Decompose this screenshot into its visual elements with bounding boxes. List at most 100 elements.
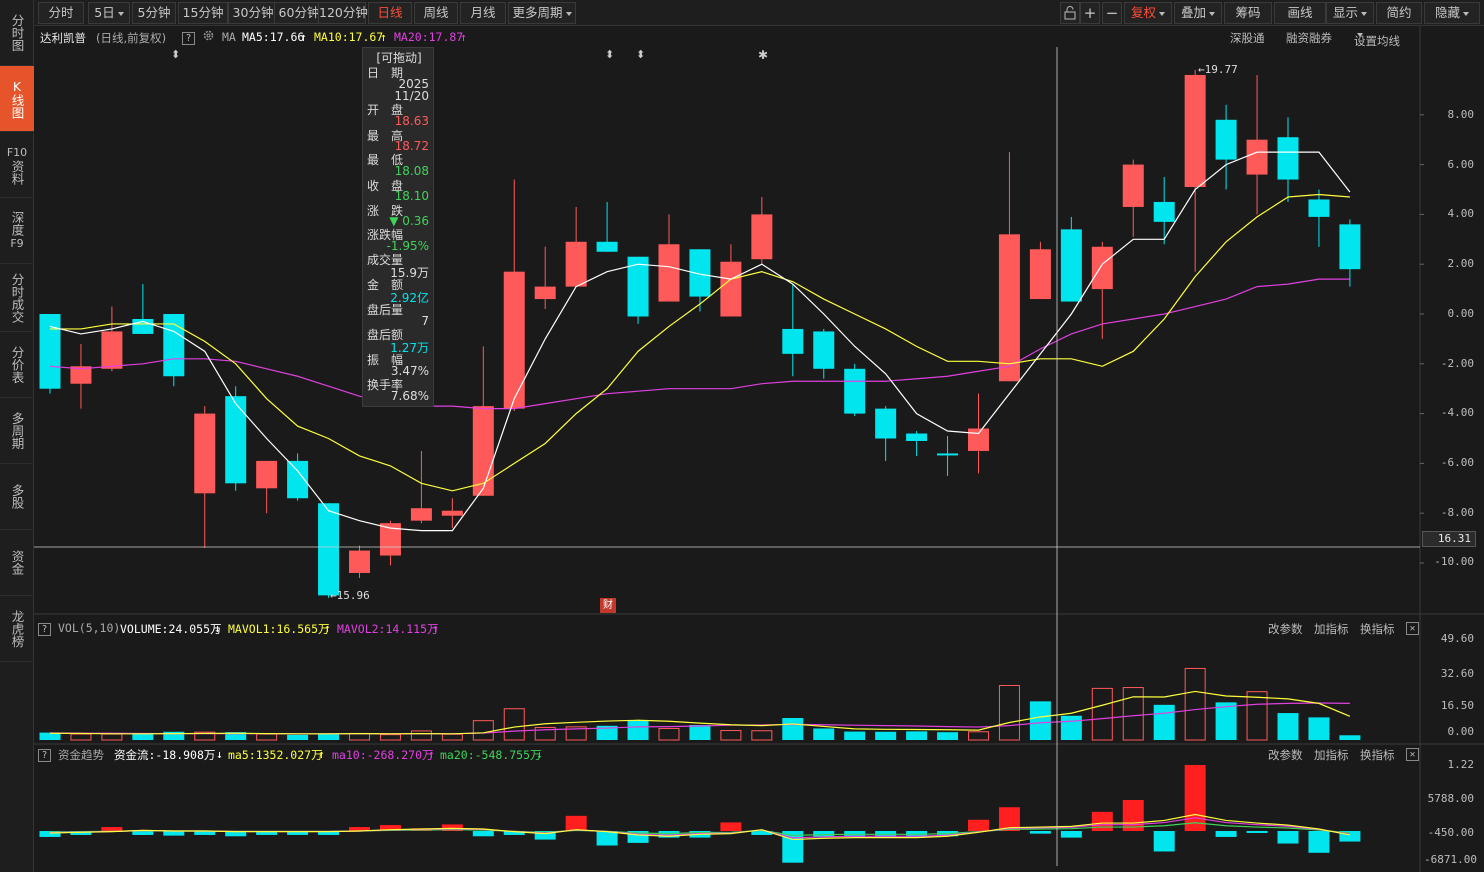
axis-tick-label: 6.00 [1447,158,1475,171]
volume-bar [503,708,525,741]
fund-flow-value: 资金流:-18.908万 [114,748,216,762]
sidebar-item-label: 多股 [9,484,25,509]
candle-body [1215,119,1237,160]
tab-5day[interactable]: 5日 [88,2,130,24]
adjust-button[interactable]: 复权 [1124,2,1172,24]
fund-flow-bar [1184,765,1206,831]
add-indicator-link[interactable]: 加指标 [1314,747,1349,763]
edit-params-link[interactable]: 改参数 [1268,747,1303,763]
candle-body [782,328,804,354]
tooltip-turnover: 7.68% [390,389,429,403]
volume-bar [1029,701,1051,740]
draw-line-button[interactable]: 画线 [1274,2,1326,24]
sidebar-item-kline[interactable]: K线图 [0,66,34,132]
event-marker-icon[interactable]: ⬍ [636,48,645,61]
sidebar-item-multi-period[interactable]: 多周期 [0,398,34,464]
edit-params-link[interactable]: 改参数 [1268,621,1303,637]
axis-tick-label: -2.00 [1440,357,1474,370]
candle-body [844,368,866,414]
fund-flow-bar [1246,831,1268,833]
tab-60min[interactable]: 60分钟 [274,2,324,24]
axis-tick-label: 0.00 [1447,307,1475,320]
tab-monthly[interactable]: 月线 [460,2,506,24]
sidebar-item-price-table[interactable]: 分价表 [0,332,34,398]
vol-indicator-name[interactable]: VOL(5,10) [58,621,120,635]
event-marker-icon[interactable]: ⬍ [605,48,614,61]
candle-body [1277,137,1299,180]
mavol1-value: MAVOL1:16.565万 [228,622,330,636]
candle-body [1339,224,1361,270]
volume-bar [844,731,866,740]
fund-flow-bar [132,831,154,835]
candle-body [1122,164,1144,207]
sidebar-item-multi-stock[interactable]: 多股 [0,464,34,530]
hide-button[interactable]: 隐藏 [1424,2,1480,24]
sidebar-item-dragon-tiger[interactable]: 龙虎榜 [0,596,34,662]
tab-30min[interactable]: 30分钟 [228,2,278,24]
volume-bars [39,667,1361,741]
axis-tick-label: 5788.00 [1427,792,1474,805]
fund-flow-bar [1277,831,1299,844]
sidebar-item-timeshare[interactable]: 分时图 [0,0,34,66]
fund-flow-bar [101,827,123,831]
sidebar-item-funds[interactable]: 资金 [0,530,34,596]
tab-label: 30分钟 [232,5,274,20]
tab-daily[interactable]: 日线 [368,2,412,24]
axis-tick-label: 8.00 [1447,108,1475,121]
sidebar-item-tick-trades[interactable]: 分时成交 [0,264,34,332]
tab-label: 日线 [377,5,403,20]
tooltip-label: 盘后量 [367,303,404,317]
zoom-in-button[interactable]: + [1080,2,1100,24]
fund-flow-bar [472,831,494,837]
tab-more-periods[interactable]: 更多周期 [508,2,576,24]
axis-tick-label: -6871.00 [1424,853,1477,866]
simple-button[interactable]: 简约 [1376,2,1422,24]
volume-bar [287,734,309,740]
add-indicator-link[interactable]: 加指标 [1314,621,1349,637]
data-tooltip[interactable]: [可拖动] 日 期 2025 11/20 开 盘 18.63 最 高 18.72… [362,47,434,407]
candle-body [349,550,370,573]
lock-button[interactable] [1060,2,1080,24]
tab-15min[interactable]: 15分钟 [178,2,228,24]
candle-body [441,510,463,516]
axis-tick-label: -10.00 [1434,555,1474,568]
volume-bar [751,730,773,741]
button-label: 筹码 [1235,5,1261,20]
candle-body [503,271,525,409]
arrow-down-icon: ↓ [216,747,223,761]
candle-body [472,406,494,496]
mavol2-value: MAVOL2:14.115万 [337,622,439,636]
event-marker-icon[interactable]: ⬍ [171,48,180,61]
overlay-button[interactable]: 叠加 [1174,2,1222,24]
switch-indicator-link[interactable]: 换指标 [1360,621,1395,637]
fund-flow-bar [720,822,742,831]
chevron-down-icon [1463,11,1469,16]
chips-button[interactable]: 筹码 [1224,2,1272,24]
high-marker-value: 19.77 [1204,63,1238,76]
candle-body [875,408,897,439]
tab-weekly[interactable]: 周线 [414,2,458,24]
volume-bar [256,733,278,741]
button-label: 显示 [1332,5,1358,20]
candle-body [1060,229,1082,302]
volume-bar [472,720,494,741]
tab-5min[interactable]: 5分钟 [132,2,176,24]
arrow-down-icon: ↓ [536,747,543,761]
sidebar-item-depth[interactable]: 深度 F9 [0,198,34,264]
arrow-up-icon: ↑ [324,621,331,635]
finance-badge[interactable]: 财 [600,598,616,613]
display-button[interactable]: 显示 [1326,2,1374,24]
tab-120min[interactable]: 120分钟 [318,2,368,24]
switch-indicator-link[interactable]: 换指标 [1360,747,1395,763]
event-star-icon[interactable]: ✱ [758,48,768,62]
fund-ma5-value: ma5:1352.027万 [228,748,323,762]
sidebar-item-label: K线图 [9,78,25,119]
volume-bar [627,720,649,740]
fund-indicator-name[interactable]: 资金趋势 [58,747,104,763]
tab-label: 15分钟 [182,5,224,20]
tab-timeshare[interactable]: 分时 [38,2,84,24]
vol-panel-header: ? VOL(5,10) VOLUME:24.055万 ↓ MAVOL1:16.5… [34,619,1420,637]
zoom-out-button[interactable]: − [1102,2,1122,24]
sidebar-item-f10[interactable]: F10 资料 [0,132,34,198]
volume-bar [968,731,989,741]
